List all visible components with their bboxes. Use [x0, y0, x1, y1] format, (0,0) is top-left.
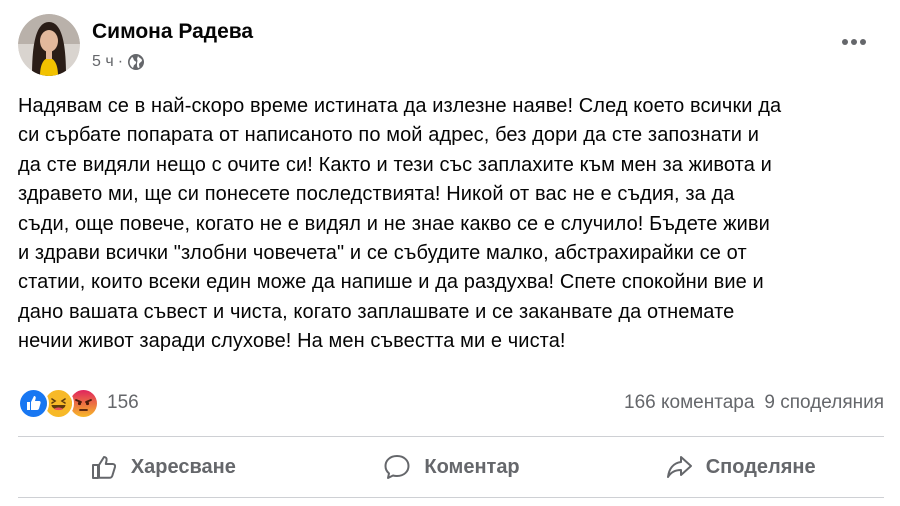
post-header: Симона Радева 5 ч ·: [18, 14, 253, 76]
meta-separator: ·: [117, 53, 124, 70]
like-label: Харесване: [130, 455, 236, 478]
globe-icon: [127, 53, 145, 71]
more-options-icon[interactable]: [836, 30, 872, 54]
share-count[interactable]: 9 споделяния: [764, 392, 884, 414]
like-icon: [18, 387, 49, 419]
share-icon: [664, 452, 694, 482]
comment-count[interactable]: 166 коментара: [624, 392, 754, 414]
comment-label: Коментар: [424, 455, 520, 478]
reaction-count: 156: [107, 392, 139, 413]
post-meta: 5 ч ·: [92, 53, 253, 71]
post-actions: Харесване Коментар Споделяне: [18, 441, 884, 493]
thumbs-up-icon: [89, 452, 119, 482]
divider: [18, 436, 884, 437]
author-name[interactable]: Симона Радева: [92, 20, 253, 44]
comment-icon: [382, 452, 412, 482]
post-stats: 156 166 коментара 9 споделяния: [18, 386, 884, 420]
divider: [18, 497, 884, 498]
share-label: Споделяне: [705, 455, 816, 478]
post-time[interactable]: 5 ч: [92, 53, 114, 71]
post-text: Надявам се в най-скоро време истината да…: [18, 95, 782, 353]
comment-button[interactable]: Коментар: [307, 441, 596, 493]
facebook-post: Симона Радева 5 ч · Надявам се в най-ско…: [0, 0, 900, 506]
share-button[interactable]: Споделяне: [595, 441, 884, 493]
like-button[interactable]: Харесване: [18, 441, 307, 493]
reactions-summary[interactable]: 156: [18, 387, 139, 419]
avatar[interactable]: [18, 14, 80, 76]
